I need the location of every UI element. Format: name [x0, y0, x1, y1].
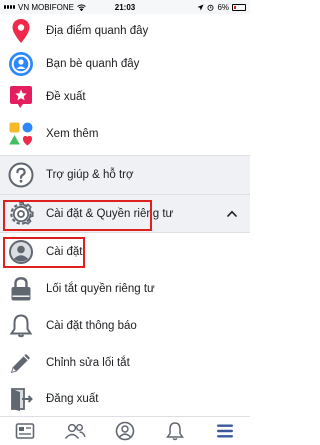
- tab-friends[interactable]: [60, 418, 90, 444]
- menu-item-label: Trợ giúp & hỗ trợ: [46, 169, 134, 181]
- menu-item-label: Chỉnh sửa lối tắt: [46, 356, 130, 369]
- menu-item-see-more[interactable]: Xem thêm: [0, 113, 250, 155]
- recommendations-icon: [6, 82, 36, 112]
- menu-item-label: Bạn bè quanh đây: [46, 57, 140, 70]
- tab-notifications[interactable]: [160, 418, 190, 444]
- menu-item-label: Đăng xuất: [46, 392, 99, 405]
- menu-item-help-support[interactable]: Trợ giúp & hỗ trợ: [0, 156, 250, 194]
- menu-item-places-nearby[interactable]: Địa điểm quanh đây: [0, 14, 250, 47]
- tab-news-feed[interactable]: [10, 418, 40, 444]
- menu-item-friends-nearby[interactable]: Bạn bè quanh đây: [0, 47, 250, 80]
- battery-icon: [232, 3, 246, 11]
- tab-profile[interactable]: [110, 418, 140, 444]
- help-icon: [6, 160, 36, 190]
- news-feed-icon: [15, 423, 35, 439]
- friends-nearby-icon: [6, 49, 36, 79]
- logout-icon: [6, 384, 36, 414]
- menu-item-notification-settings[interactable]: Cài đặt thông báo: [0, 307, 250, 344]
- friends-icon: [64, 423, 86, 439]
- alarm-icon: [207, 4, 214, 11]
- status-right: 6%: [197, 3, 246, 12]
- edit-icon: [6, 348, 36, 378]
- menu-item-label: Xem thêm: [46, 128, 99, 140]
- carrier-label: VN MOBIFONE: [18, 2, 75, 12]
- menu-item-label: Cài đặt & Quyền riêng tư: [46, 207, 174, 220]
- notifications-icon: [166, 422, 184, 441]
- menu-item-edit-shortcuts[interactable]: Chỉnh sửa lối tắt: [0, 344, 250, 381]
- menu-icon: [217, 424, 233, 438]
- gear-icon: [6, 199, 36, 229]
- status-bar: VN MOBIFONE 21:03 6%: [0, 0, 250, 14]
- menu-item-label: Đề xuất: [46, 90, 86, 103]
- profile-icon: [115, 421, 135, 441]
- signal-icon: [4, 5, 15, 9]
- menu-item-recommendations[interactable]: Đề xuất: [0, 80, 250, 113]
- menu-item-label: Cài đặt: [46, 245, 83, 258]
- menu-item-logout[interactable]: Đăng xuất: [0, 381, 250, 416]
- location-arrow-icon: [197, 4, 204, 10]
- tab-menu[interactable]: [210, 418, 240, 444]
- menu-item-label: Địa điểm quanh đây: [46, 24, 149, 37]
- lock-icon: [6, 274, 36, 304]
- location-pin-icon: [6, 16, 36, 46]
- menu-item-settings-privacy[interactable]: Cài đặt & Quyền riêng tư: [0, 195, 250, 232]
- menu-item-privacy-shortcuts[interactable]: Lối tắt quyền riêng tư: [0, 270, 250, 307]
- bottom-tab-bar: [0, 416, 250, 445]
- menu-item-settings[interactable]: Cài đặt: [0, 233, 250, 270]
- status-left: VN MOBIFONE: [4, 3, 86, 12]
- menu-item-label: Cài đặt thông báo: [46, 319, 137, 332]
- menu-item-label: Lối tắt quyền riêng tư: [46, 282, 155, 295]
- profile-settings-icon: [6, 237, 36, 267]
- see-more-icon: [6, 119, 36, 149]
- wifi-icon: [77, 3, 86, 11]
- bell-icon: [6, 311, 36, 341]
- chevron-up-icon[interactable]: [226, 208, 238, 220]
- battery-percent: 6%: [217, 2, 229, 12]
